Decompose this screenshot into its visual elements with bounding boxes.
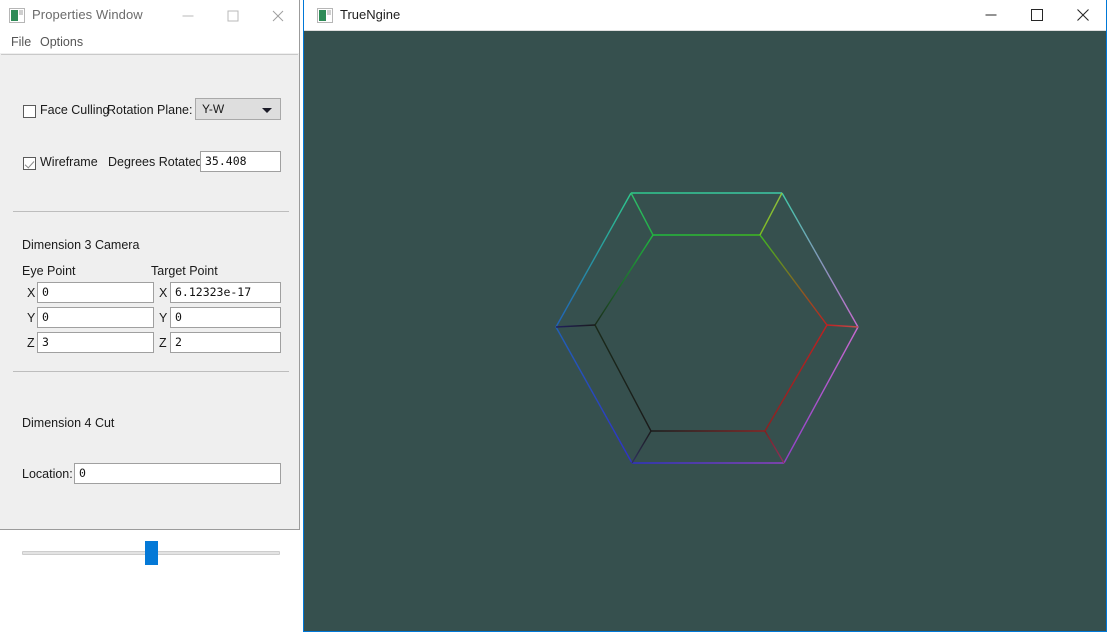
maximize-icon[interactable] <box>1014 0 1060 30</box>
truengine-titlebar[interactable]: TrueNgine <box>304 0 1106 31</box>
eye-point-label: Eye Point <box>22 264 76 278</box>
render-viewport[interactable] <box>304 31 1106 631</box>
divider-1 <box>13 211 289 212</box>
eye-z-input[interactable]: 3 <box>37 332 154 353</box>
eye-z-axis-label: Z <box>27 336 35 350</box>
menu-item-options[interactable]: Options <box>36 34 87 50</box>
desktop: Properties Window File Options Face Cull… <box>0 0 1107 632</box>
app-icon <box>9 8 25 23</box>
truengine-window: TrueNgine <box>303 0 1107 632</box>
target-y-axis-label: Y <box>159 311 168 325</box>
properties-menubar: File Options <box>0 31 299 53</box>
cut-location-label: Location: <box>22 467 73 481</box>
target-y-input[interactable]: 0 <box>170 307 281 328</box>
properties-body: Face Culling Rotation Plane: Y-W Wirefra… <box>1 54 298 565</box>
cut-location-input[interactable]: 0 <box>74 463 281 484</box>
close-icon[interactable] <box>255 0 300 31</box>
cut-section-title: Dimension 4 Cut <box>22 416 115 430</box>
app-icon <box>317 8 333 23</box>
maximize-icon[interactable] <box>210 0 255 31</box>
minimize-icon[interactable] <box>968 0 1014 30</box>
properties-window-titlebar[interactable]: Properties Window <box>0 0 299 31</box>
close-icon[interactable] <box>1060 0 1106 30</box>
target-z-axis-label: Z <box>159 336 167 350</box>
wireframe-scene <box>304 31 1106 631</box>
eye-x-input[interactable]: 0 <box>37 282 154 303</box>
eye-y-input[interactable]: 0 <box>37 307 154 328</box>
eye-x-axis-label: X <box>27 286 36 300</box>
camera-section-title: Dimension 3 Camera <box>22 238 140 252</box>
target-x-axis-label: X <box>159 286 168 300</box>
viewport-background <box>304 31 1106 631</box>
degrees-rotated-input[interactable]: 35.408 <box>200 151 281 172</box>
face-culling-checkbox[interactable] <box>23 105 36 118</box>
divider-2 <box>13 371 289 372</box>
cut-location-slider-thumb[interactable] <box>145 541 158 565</box>
minimize-icon[interactable] <box>165 0 210 31</box>
face-culling-label: Face Culling <box>40 103 110 117</box>
target-x-input[interactable]: 6.12323e-17 <box>170 282 281 303</box>
wireframe-label: Wireframe <box>40 155 98 169</box>
wireframe-checkbox[interactable] <box>23 157 36 170</box>
target-point-label: Target Point <box>151 264 218 278</box>
properties-window-title: Properties Window <box>32 7 143 22</box>
menu-item-file[interactable]: File <box>7 34 35 50</box>
chevron-down-icon <box>262 108 272 113</box>
target-z-input[interactable]: 2 <box>170 332 281 353</box>
rotation-plane-label: Rotation Plane: <box>107 103 193 117</box>
eye-y-axis-label: Y <box>27 311 36 325</box>
rotation-plane-select[interactable]: Y-W <box>195 98 281 120</box>
rotation-plane-value: Y-W <box>202 102 225 116</box>
properties-window: Properties Window File Options Face Cull… <box>0 0 300 565</box>
degrees-rotated-label: Degrees Rotated: <box>108 155 206 169</box>
truengine-title: TrueNgine <box>340 7 401 22</box>
